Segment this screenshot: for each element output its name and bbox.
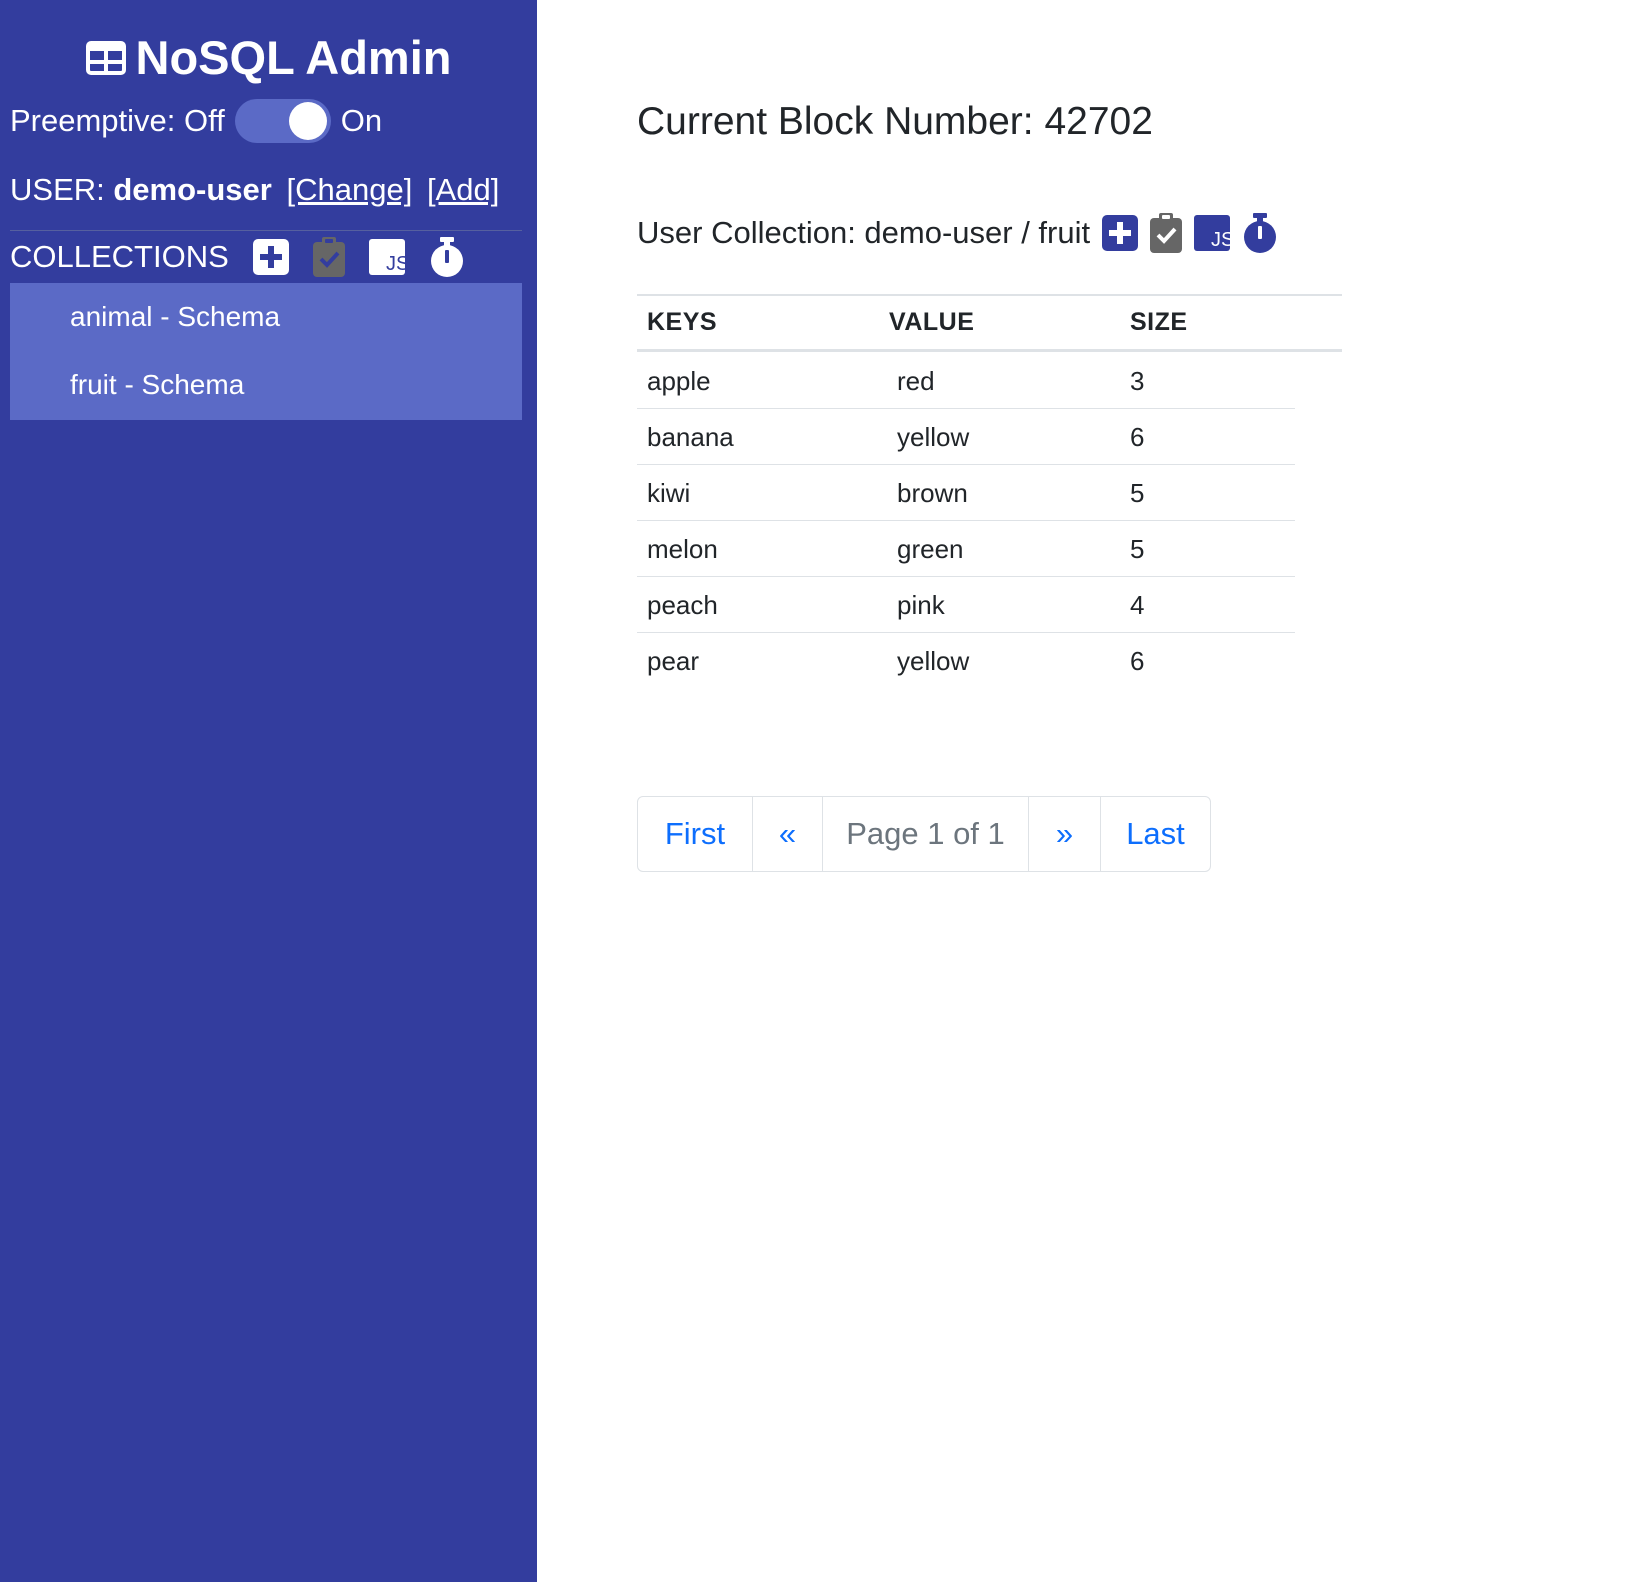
page-info: Page 1 of 1 — [822, 797, 1028, 871]
collection-item-fruit[interactable]: fruit - Schema — [70, 369, 244, 401]
cell-key: melon — [647, 534, 718, 564]
first-page-button[interactable]: First — [638, 797, 752, 871]
cell-key: banana — [647, 422, 734, 452]
collections-list: animal - Schema fruit - Schema — [10, 283, 522, 420]
svg-text:JS: JS — [386, 253, 405, 275]
header-size: SIZE — [1130, 308, 1188, 336]
preemptive-row: Preemptive: Off On — [10, 98, 382, 144]
brand-title: NoSQL Admin — [135, 31, 452, 84]
row-divider — [637, 632, 1295, 633]
table-header-border — [637, 349, 1342, 352]
user-name: demo-user — [113, 172, 272, 207]
collections-header: COLLECTIONS JS — [10, 233, 465, 281]
next-page-button[interactable]: » — [1028, 797, 1100, 871]
cell-size: 4 — [1130, 590, 1145, 620]
cell-value: pink — [897, 590, 945, 620]
header-keys: KEYS — [647, 308, 718, 336]
preemptive-on-label: On — [340, 103, 383, 138]
collection-title: User Collection: demo-user / fruit — [637, 215, 1091, 250]
js-icon[interactable]: JS — [1194, 215, 1231, 251]
row-divider — [637, 576, 1295, 577]
user-prefix: USER: — [10, 172, 105, 207]
cell-size: 3 — [1130, 366, 1145, 396]
cell-value: yellow — [897, 646, 970, 676]
collection-title-row: User Collection: demo-user / fruit JS — [637, 210, 1278, 256]
row-divider — [637, 464, 1295, 465]
cell-value: green — [897, 534, 964, 564]
prev-page-button[interactable]: « — [752, 797, 822, 871]
stopwatch-icon[interactable] — [429, 237, 465, 277]
add-user-link[interactable]: [Add] — [427, 172, 499, 207]
pagination: First « Page 1 of 1 » Last — [637, 796, 1211, 872]
cell-size: 5 — [1130, 534, 1145, 564]
plus-square-icon[interactable] — [1102, 215, 1139, 251]
collections-heading: COLLECTIONS — [10, 239, 229, 274]
last-page-button[interactable]: Last — [1100, 797, 1210, 871]
user-row: USER: demo-user [Change] [Add] — [10, 172, 499, 208]
cell-key: pear — [647, 646, 700, 676]
collection-item-animal[interactable]: animal - Schema — [70, 301, 280, 333]
cell-key: peach — [647, 590, 718, 620]
cell-size: 6 — [1130, 646, 1145, 676]
header-value: VALUE — [889, 308, 975, 336]
preemptive-off-label: Preemptive: Off — [10, 103, 225, 138]
cell-key: kiwi — [647, 478, 691, 508]
divider — [10, 230, 522, 231]
table-top-border — [637, 294, 1342, 296]
js-icon[interactable]: JS — [368, 239, 405, 275]
sidebar: NoSQL Admin Preemptive: Off On USER: dem… — [0, 0, 537, 1582]
row-divider — [637, 408, 1295, 409]
cell-key: apple — [647, 366, 711, 396]
plus-square-icon[interactable] — [252, 239, 289, 275]
clipboard-check-icon[interactable] — [1150, 213, 1183, 253]
block-number-title: Current Block Number: 42702 — [637, 100, 1153, 143]
change-user-link[interactable]: [Change] — [286, 172, 412, 207]
svg-text:JS: JS — [1211, 229, 1230, 251]
cell-value: red — [897, 366, 935, 396]
cell-value: yellow — [897, 422, 970, 452]
row-divider — [637, 520, 1295, 521]
brand[interactable]: NoSQL Admin — [0, 30, 537, 87]
preemptive-toggle[interactable] — [234, 99, 331, 143]
table-icon — [85, 31, 126, 87]
cell-size: 6 — [1130, 422, 1145, 452]
stopwatch-icon[interactable] — [1242, 213, 1278, 253]
cell-size: 5 — [1130, 478, 1145, 508]
toggle-knob — [288, 102, 327, 140]
clipboard-check-icon[interactable] — [312, 237, 345, 277]
cell-value: brown — [897, 478, 968, 508]
